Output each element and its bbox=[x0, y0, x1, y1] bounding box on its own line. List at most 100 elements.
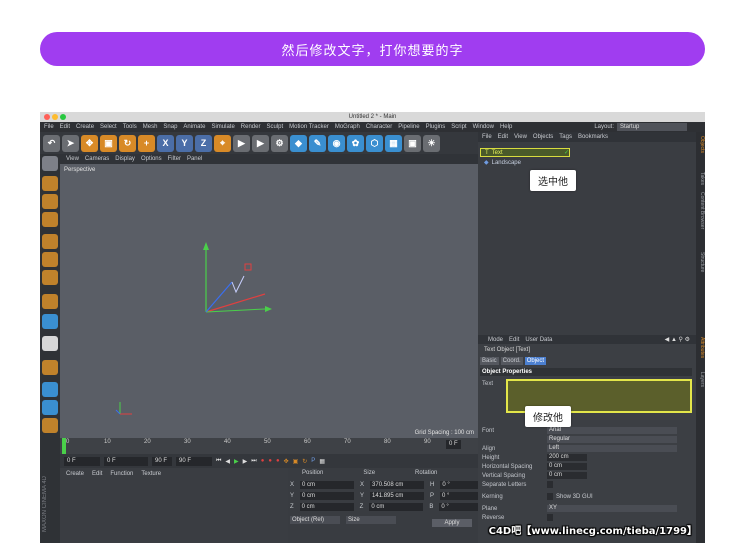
undo-icon[interactable]: ↶ bbox=[43, 134, 60, 152]
workplane-icon[interactable] bbox=[42, 212, 58, 227]
y-axis-icon[interactable]: Y bbox=[176, 134, 193, 152]
position-x-field[interactable]: 0 cm bbox=[300, 481, 355, 489]
reverse-checkbox[interactable] bbox=[547, 514, 553, 521]
polygons-mode-icon[interactable] bbox=[42, 270, 58, 285]
prev-key-icon[interactable]: ◀ bbox=[225, 458, 230, 465]
apply-button[interactable]: Apply bbox=[432, 519, 472, 527]
zoom-dot-icon[interactable] bbox=[60, 114, 66, 120]
range-start-field[interactable]: 0 F bbox=[104, 456, 148, 466]
position-z-field[interactable]: 0 cm bbox=[299, 503, 354, 511]
tab-coord[interactable]: Coord. bbox=[500, 357, 523, 365]
light-icon[interactable]: ☀ bbox=[423, 134, 440, 152]
material-menu-function[interactable]: Function bbox=[110, 471, 133, 477]
tab-attributes[interactable]: Attributes bbox=[696, 337, 705, 358]
menu-simulate[interactable]: Simulate bbox=[211, 124, 234, 130]
go-end-icon[interactable]: ⏭ bbox=[251, 458, 256, 465]
next-key-icon[interactable]: ▶ bbox=[243, 458, 248, 465]
size-y-field[interactable]: 141.895 cm bbox=[370, 492, 425, 500]
subdivision-icon[interactable]: ◉ bbox=[328, 134, 345, 152]
render-view-icon[interactable]: ▶ bbox=[233, 134, 250, 152]
objects-menu-tags[interactable]: Tags bbox=[559, 134, 572, 140]
position-y-field[interactable]: 0 cm bbox=[300, 492, 355, 500]
objects-menu-bookmarks[interactable]: Bookmarks bbox=[578, 134, 608, 140]
playhead[interactable] bbox=[62, 438, 66, 454]
size-z-field[interactable]: 0 cm bbox=[369, 503, 424, 511]
viewport-menu-cameras[interactable]: Cameras bbox=[85, 156, 109, 162]
viewport-menu-filter[interactable]: Filter bbox=[168, 156, 181, 162]
objects-menu-view[interactable]: View bbox=[514, 134, 527, 140]
axis-mode-icon[interactable] bbox=[42, 294, 58, 309]
deformer-icon[interactable]: ⬡ bbox=[366, 134, 383, 152]
viewport-menu-display[interactable]: Display bbox=[115, 156, 135, 162]
menu-script[interactable]: Script bbox=[451, 124, 466, 130]
rotation-h-field[interactable]: 0 ° bbox=[440, 481, 481, 489]
separate-letters-checkbox[interactable] bbox=[547, 481, 553, 488]
z-axis-icon[interactable]: Z bbox=[195, 134, 212, 152]
menu-render[interactable]: Render bbox=[241, 124, 261, 130]
material-menu-create[interactable]: Create bbox=[66, 471, 84, 477]
menu-tools[interactable]: Tools bbox=[123, 124, 137, 130]
scale-key-icon[interactable]: ▣ bbox=[293, 458, 299, 465]
material-menu-texture[interactable]: Texture bbox=[141, 471, 161, 477]
solo-icon[interactable] bbox=[42, 360, 58, 375]
rotation-key-icon[interactable]: ↻ bbox=[302, 458, 307, 465]
camera-icon[interactable]: ▣ bbox=[404, 134, 421, 152]
pla-key-icon[interactable]: ▦ bbox=[319, 458, 325, 465]
array-icon[interactable]: ✿ bbox=[347, 134, 364, 152]
viewport-menu-options[interactable]: Options bbox=[141, 156, 162, 162]
align-select[interactable]: Left bbox=[547, 445, 677, 452]
height-field[interactable]: 200 cm bbox=[547, 454, 587, 461]
minimize-dot-icon[interactable] bbox=[52, 114, 58, 120]
record-icon[interactable]: ● bbox=[261, 458, 265, 464]
tab-structure[interactable]: Structure bbox=[696, 252, 705, 272]
tab-layers[interactable]: Layers bbox=[696, 372, 705, 387]
coord-system-icon[interactable]: ⌖ bbox=[214, 134, 231, 152]
tab-object[interactable]: Object bbox=[524, 357, 547, 365]
autokey-icon[interactable]: ● bbox=[268, 458, 272, 464]
cube-icon[interactable]: ◆ bbox=[290, 134, 307, 152]
menu-character[interactable]: Character bbox=[366, 124, 392, 130]
tab-takes[interactable]: Takes bbox=[696, 172, 705, 185]
font-style-select[interactable]: Regular bbox=[547, 436, 677, 443]
menu-edit[interactable]: Edit bbox=[60, 124, 70, 130]
play-icon[interactable]: ▶ bbox=[234, 458, 239, 465]
menu-select[interactable]: Select bbox=[100, 124, 117, 130]
close-dot-icon[interactable] bbox=[44, 114, 50, 120]
workplane-lock-icon[interactable] bbox=[42, 382, 58, 397]
range-end-field[interactable]: 90 F bbox=[152, 456, 172, 466]
menu-animate[interactable]: Animate bbox=[183, 124, 205, 130]
viewport-menu-view[interactable]: View bbox=[66, 156, 79, 162]
tweak-mode-icon[interactable] bbox=[42, 314, 58, 329]
x-axis-icon[interactable]: X bbox=[157, 134, 174, 152]
visibility-check-icon[interactable]: ✓ bbox=[564, 149, 569, 156]
nav-back-icon[interactable]: ◀ ▲ ⚲ ⚙ bbox=[665, 336, 690, 343]
menu-snap[interactable]: Snap bbox=[163, 124, 177, 130]
menu-create[interactable]: Create bbox=[76, 124, 94, 130]
coord-mode-select[interactable]: Object (Rel) bbox=[290, 516, 340, 524]
attr-menu-mode[interactable]: Mode bbox=[488, 337, 503, 343]
menu-file[interactable]: File bbox=[44, 124, 54, 130]
pen-icon[interactable]: ✎ bbox=[309, 134, 326, 152]
font-select[interactable]: Arial bbox=[547, 427, 677, 434]
tab-content-browser[interactable]: Content Browser bbox=[696, 192, 705, 229]
menu-sculpt[interactable]: Sculpt bbox=[266, 124, 283, 130]
position-key-icon[interactable]: ✥ bbox=[284, 458, 289, 465]
rotation-p-field[interactable]: 0 ° bbox=[440, 492, 481, 500]
start-frame-field[interactable]: 0 F bbox=[64, 456, 100, 466]
perspective-viewport[interactable]: Perspective Grid Spacing : 100 cm bbox=[60, 164, 478, 438]
size-x-field[interactable]: 370.508 cm bbox=[370, 481, 425, 489]
make-editable-icon[interactable] bbox=[42, 156, 58, 171]
objects-menu-objects[interactable]: Objects bbox=[533, 134, 553, 140]
vertical-spacing-field[interactable]: 0 cm bbox=[547, 472, 587, 479]
viewport-menu-panel[interactable]: Panel bbox=[187, 156, 202, 162]
horizontal-spacing-field[interactable]: 0 cm bbox=[547, 463, 587, 470]
render-picture-icon[interactable]: ▶ bbox=[252, 134, 269, 152]
rotate-icon[interactable]: ↻ bbox=[119, 134, 136, 152]
menu-mesh[interactable]: Mesh bbox=[143, 124, 158, 130]
menu-motion-tracker[interactable]: Motion Tracker bbox=[289, 124, 329, 130]
plane-select[interactable]: XY bbox=[547, 505, 677, 512]
texture-mode-icon[interactable] bbox=[42, 194, 58, 209]
edges-mode-icon[interactable] bbox=[42, 252, 58, 267]
model-mode-icon[interactable] bbox=[42, 176, 58, 191]
layout-selector[interactable]: Layout: Startup bbox=[594, 123, 687, 131]
